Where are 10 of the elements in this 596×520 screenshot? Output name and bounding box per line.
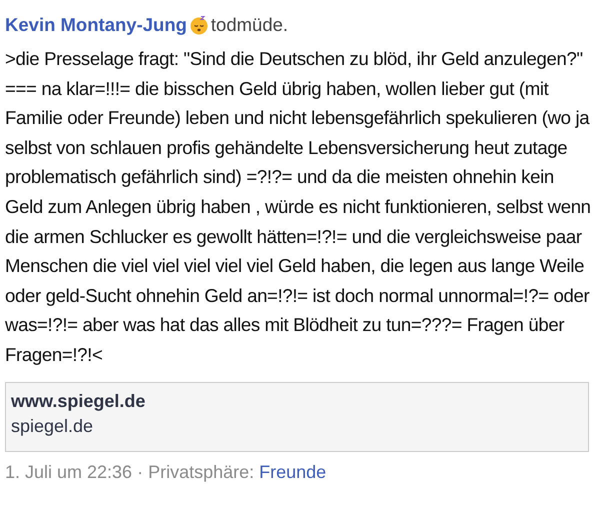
link-preview-card[interactable]: www.spiegel.de spiegel.de (5, 382, 589, 452)
author-name[interactable]: Kevin Montany-Jung (5, 14, 187, 36)
link-title: www.spiegel.de (11, 390, 146, 412)
privacy-label: · Privatsphäre: (137, 462, 254, 483)
status-text: todmüde. (210, 14, 288, 36)
post-text: >die Presselage fragt: "Sind die Deutschen zu blöd, ihr Geld anzulegen?" === na klar=!!!= die bisschen Geld übrig haben, wollen lieber gut (mit Familie oder Freunde) leben und nicht lebensgefährlich spekulieren (wo ja selbst von schlauen profis gehändelte Lebensversicherung heut zutage problematisch gefährlich sind) =?!?= und da die meisten ohnehin kein Geld zum Anlegen übrig haben , würde es nicht funktionieren, selbst wenn die armen Schlucker es gewollt hätten=!?!= und die vergleichsweise paar Menschen die viel viel viel viel viel Geld haben, die legen aus lange Weile oder geld-Sucht ohnehin Geld an=!?!= ist doch normal unnormal=!?= oder was=!?!= aber was hat das alles mit Blödheit zu tun=???= Fragen über Fragen=!?!< (5, 47, 592, 367)
sleepy-face-icon (188, 15, 209, 35)
post-timestamp: 1. Juli um 22:36 (5, 462, 132, 483)
privacy-link[interactable]: Freunde (259, 462, 326, 483)
link-domain: spiegel.de (11, 416, 94, 437)
